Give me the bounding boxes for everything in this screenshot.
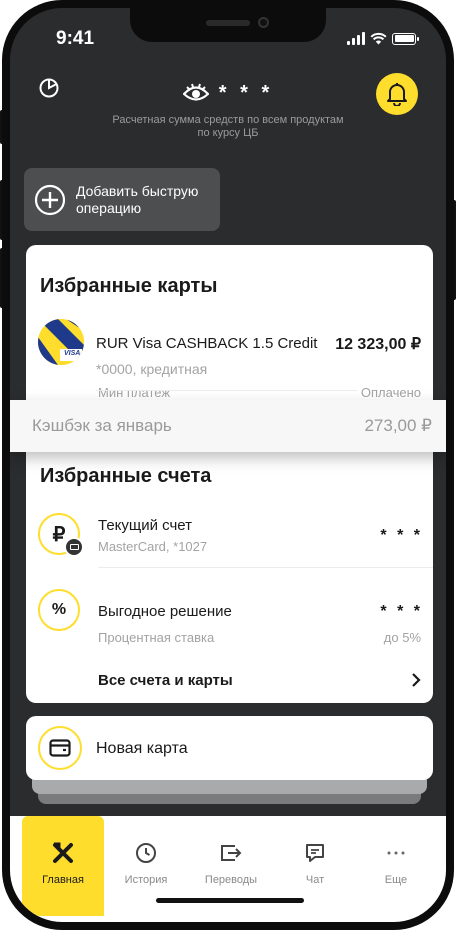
account-rate: до 5% (383, 630, 421, 645)
account-icon-ring[interactable]: ₽ (38, 513, 84, 557)
front-camera (258, 17, 269, 28)
percent-icon: % (51, 601, 67, 618)
wifi-icon (370, 32, 387, 45)
status-icons (347, 32, 419, 45)
tab-history-label: История (124, 874, 168, 886)
ruble-icon: ₽ (52, 523, 66, 546)
account-icon-ring[interactable]: % (38, 589, 80, 631)
status-time: 9:41 (56, 28, 95, 49)
card-name[interactable]: RUR Visa CASHBACK 1.5 Credit (96, 335, 317, 352)
account-divider (98, 567, 433, 568)
card-badge-icon (64, 537, 84, 557)
account-name[interactable]: Текущий счет (98, 517, 192, 534)
clock-icon (136, 843, 156, 863)
eye-icon[interactable] (182, 82, 209, 102)
add-quick-operation-button[interactable]: Добавить быструю операцию (24, 168, 220, 231)
transfer-icon (221, 845, 242, 861)
account-sub: Процентная ставка (98, 630, 215, 645)
chevron-right-icon (412, 673, 421, 687)
plus-circle-icon (34, 184, 66, 215)
bell-icon (387, 83, 407, 106)
account-name[interactable]: Выгодное решение (98, 603, 232, 620)
cashback-row[interactable]: Кэшбэк за январь 273,00 ₽ (10, 400, 446, 452)
tab-chat-label: Чат (305, 874, 325, 886)
battery-icon (392, 32, 419, 45)
balance-masked: * * * (218, 82, 274, 104)
tab-home[interactable]: Главная (22, 816, 104, 916)
new-card-button[interactable]: Новая карта (26, 716, 433, 780)
tab-more[interactable]: Еще (360, 816, 432, 916)
card-number: *0000, кредитная (96, 361, 208, 377)
account-balance-masked: * * * (380, 603, 423, 620)
new-card-label: Новая карта (96, 740, 188, 757)
home-indicator (156, 898, 304, 903)
quick-operation-label: Добавить быструю операцию (76, 182, 199, 216)
favorite-accounts-title: Избранные счета (40, 465, 212, 487)
all-accounts-label: Все счета и карты (98, 671, 233, 689)
app-screen: 9:41 * * * Расчетная сумма средств по вс… (10, 8, 446, 922)
cashback-amount: 273,00 ₽ (364, 416, 432, 435)
min-payment-status: Оплачено (356, 385, 421, 400)
min-payment-label: Мин платеж (98, 385, 171, 400)
tab-transfers-label: Переводы (204, 874, 258, 886)
wallet-icon (49, 739, 71, 757)
new-card-icon-ring (38, 726, 82, 770)
notifications-button[interactable] (376, 73, 418, 115)
speaker-grille (206, 20, 250, 26)
device-notch (130, 8, 326, 42)
phone-frame: 9:41 * * * Расчетная сумма средств по вс… (2, 0, 454, 930)
cashback-label: Кэшбэк за январь (32, 416, 172, 435)
balance-caption: Расчетная сумма средств по всем продукта… (112, 114, 344, 139)
home-logo-icon (53, 842, 73, 863)
chat-icon (306, 844, 324, 862)
account-sub: MasterCard, *1027 (98, 539, 208, 554)
card-amount: 12 323,00 ₽ (335, 336, 421, 353)
all-accounts-link[interactable]: Все счета и карты (98, 665, 421, 695)
more-icon (387, 851, 405, 855)
card-thumbnail[interactable]: VISA (38, 319, 84, 365)
bottom-tab-bar: Главная История Переводы Чат Еще (10, 816, 446, 922)
tab-more-label: Еще (384, 874, 408, 886)
account-balance-masked: * * * (380, 527, 423, 544)
cellular-signal-icon (347, 32, 365, 45)
card-art-icon (38, 319, 84, 365)
favorite-cards-title: Избранные карты (40, 275, 218, 297)
favorites-panel: Избранные карты VISA RUR Visa CASHBACK 1… (26, 245, 433, 703)
tab-home-label: Главная (42, 874, 84, 886)
card-brand-label: VISA (64, 350, 81, 357)
